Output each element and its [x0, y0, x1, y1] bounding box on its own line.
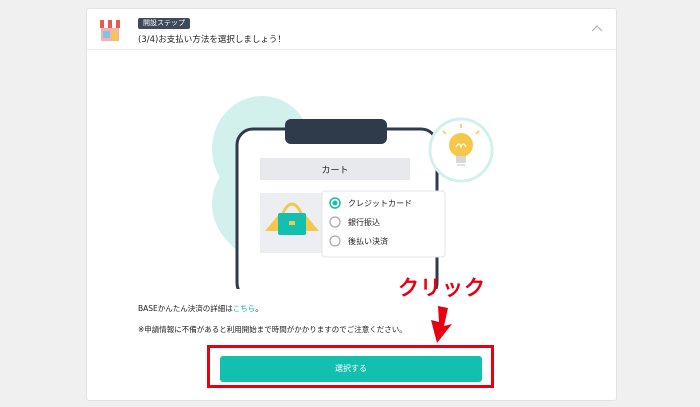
option-bank-transfer: 銀行振込 [348, 217, 380, 227]
step-badge: 開設ステップ [138, 18, 190, 29]
arrow-down-icon [431, 306, 452, 343]
detail-note-text: BASEかんたん決済の詳細は [138, 304, 233, 313]
step-title: (3/4)お支払い方法を選択しましょう！ [138, 35, 286, 45]
click-annotation: クリック [398, 276, 486, 300]
chevron-up-icon[interactable] [591, 24, 603, 32]
option-credit-card: クレジットカード [348, 199, 412, 208]
shop-icon [100, 20, 120, 41]
step-header[interactable]: 開設ステップ (3/4)お支払い方法を選択しましょう！ [87, 9, 616, 50]
detail-link[interactable]: こちら [233, 304, 256, 313]
payment-illustration: カート クレジットカード 銀行振込 後払い決済 [212, 96, 494, 289]
caution-note: ※申請情報に不備があると利用開始まで時間がかかりますのでご注意ください。 [138, 325, 407, 334]
select-button[interactable]: 選択する [220, 356, 482, 382]
payment-step-card: 開設ステップ (3/4)お支払い方法を選択しましょう！ カート クレジットカード… [86, 8, 617, 401]
option-deferred-payment: 後払い決済 [348, 236, 388, 246]
detail-note-suffix: 。 [255, 304, 263, 313]
cart-label: カート [321, 165, 348, 176]
detail-note: BASEかんたん決済の詳細はこちら。 [138, 303, 263, 314]
